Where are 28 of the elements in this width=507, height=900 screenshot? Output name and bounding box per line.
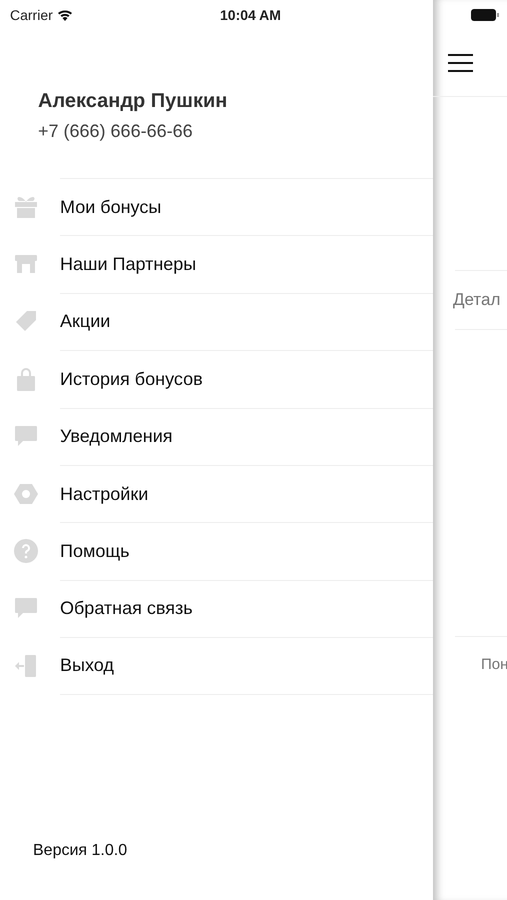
store-icon xyxy=(14,254,38,274)
menu-item[interactable]: История бонусов xyxy=(60,368,203,390)
battery-icon xyxy=(471,9,499,21)
help-icon xyxy=(14,539,38,564)
row-label: Пон xyxy=(481,656,507,672)
status-time: 10:04 AM xyxy=(219,7,282,23)
menu-item[interactable]: Уведомления xyxy=(60,426,173,448)
menu-item[interactable]: Помощь xyxy=(60,541,130,562)
version-label: Версия 1.0.0 xyxy=(33,842,128,859)
carrier-label: Carrier xyxy=(10,7,53,23)
detail-label: Детал xyxy=(453,290,500,310)
menu-icon[interactable] xyxy=(448,53,473,73)
user-phone: +7 (666) 666-66-66 xyxy=(38,121,194,142)
wifi-icon xyxy=(56,9,73,21)
menu-item[interactable]: Обратная связь xyxy=(60,598,193,620)
speech-bubble-icon xyxy=(14,425,38,448)
menu-item[interactable]: Настройки xyxy=(60,484,148,505)
logout-icon xyxy=(14,654,38,678)
speech-bubble-icon xyxy=(14,597,38,620)
settings-icon xyxy=(14,482,38,505)
menu-item[interactable]: Мои бонусы xyxy=(60,196,162,218)
menu-item[interactable]: Наши Партнеры xyxy=(60,254,196,276)
tag-icon xyxy=(14,310,38,332)
shopping-bag-icon xyxy=(15,366,37,391)
menu-item[interactable]: Выход xyxy=(60,655,114,676)
gift-icon xyxy=(14,196,38,218)
user-name: Александр Пушкин xyxy=(38,90,228,113)
menu-item[interactable]: Акции xyxy=(60,311,110,332)
